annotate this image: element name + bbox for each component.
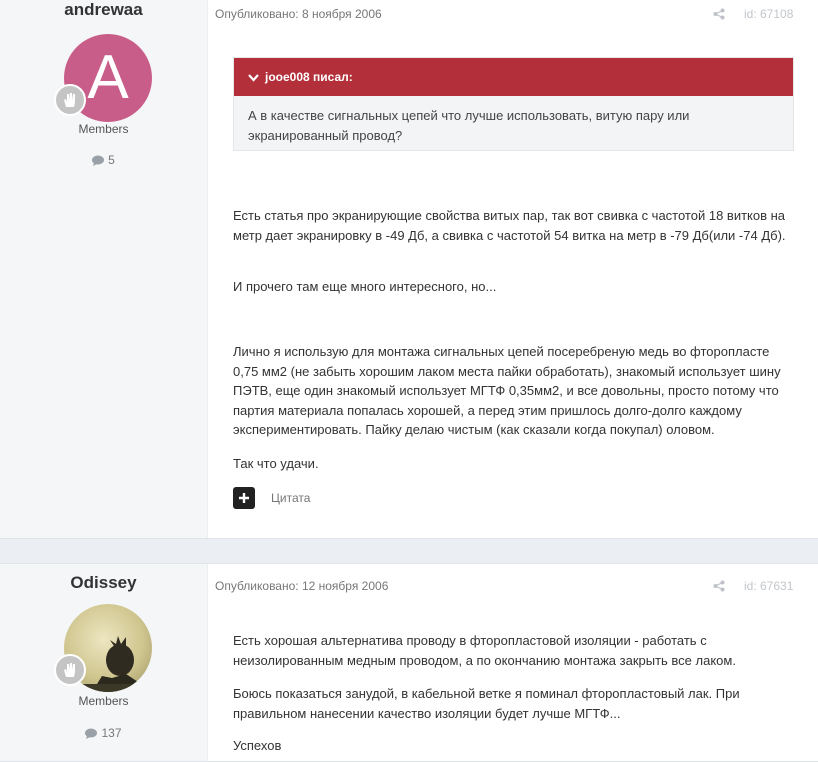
share-button[interactable] — [713, 579, 725, 597]
share-button[interactable] — [713, 7, 725, 25]
multiquote-button[interactable] — [233, 487, 255, 509]
post-paragraph: Боюсь показаться занудой, в кабельной ве… — [233, 686, 740, 721]
post-paragraph: Лично я использую для монтажа сигнальных… — [233, 344, 781, 437]
post-id[interactable]: id: 67631 — [744, 579, 793, 593]
post-paragraph: Есть статья про экранирующие свойства ви… — [233, 208, 786, 243]
post-paragraph: Успехов — [233, 738, 282, 753]
share-icon — [713, 8, 725, 20]
post-count-value: 137 — [101, 726, 122, 740]
post-id[interactable]: id: 67108 — [744, 7, 793, 21]
quote-text: А в качестве сигнальных цепей что лучше … — [248, 108, 690, 143]
avatar-letter: A — [87, 43, 129, 112]
quote-author: jooe008 писал: — [265, 70, 353, 84]
rank-badge — [54, 654, 86, 686]
chevron-down-icon — [248, 74, 259, 82]
author-panel: Odissey Members 137 — [0, 564, 208, 761]
author-panel: andrewaa A Members 5 — [0, 0, 208, 538]
hand-icon — [64, 93, 75, 107]
member-group: Members — [78, 122, 129, 136]
comment-icon — [92, 155, 105, 166]
post-count-value: 5 — [108, 153, 115, 167]
post-paragraph: И прочего там еще много интересного, но.… — [233, 279, 497, 294]
author-name[interactable]: andrewaa — [0, 0, 207, 20]
rank-badge — [54, 84, 86, 116]
author-name[interactable]: Odissey — [0, 573, 207, 593]
post: Odissey Members 137 Опубликовано: 12 ноя… — [0, 563, 818, 762]
member-group: Members — [78, 694, 129, 708]
post-count: 5 — [0, 153, 207, 167]
post: andrewaa A Members 5 Опубликовано: 8 ноя… — [0, 0, 818, 539]
post-paragraph: Есть хорошая альтернатива проводу в фтор… — [233, 633, 736, 668]
share-icon — [713, 580, 725, 592]
quote-header[interactable]: jooe008 писал: — [234, 58, 793, 96]
post-count: 137 — [0, 726, 207, 740]
post-paragraph: Так что удачи. — [233, 456, 319, 471]
post-date[interactable]: Опубликовано: 8 ноября 2006 — [215, 7, 382, 21]
plus-icon — [239, 493, 249, 503]
post-date[interactable]: Опубликовано: 12 ноября 2006 — [215, 579, 388, 593]
hand-icon — [64, 663, 75, 677]
quote-block: jooe008 писал: А в качестве сигнальных ц… — [233, 57, 794, 151]
comment-icon — [85, 728, 98, 739]
quote-button[interactable]: Цитата — [271, 491, 310, 505]
